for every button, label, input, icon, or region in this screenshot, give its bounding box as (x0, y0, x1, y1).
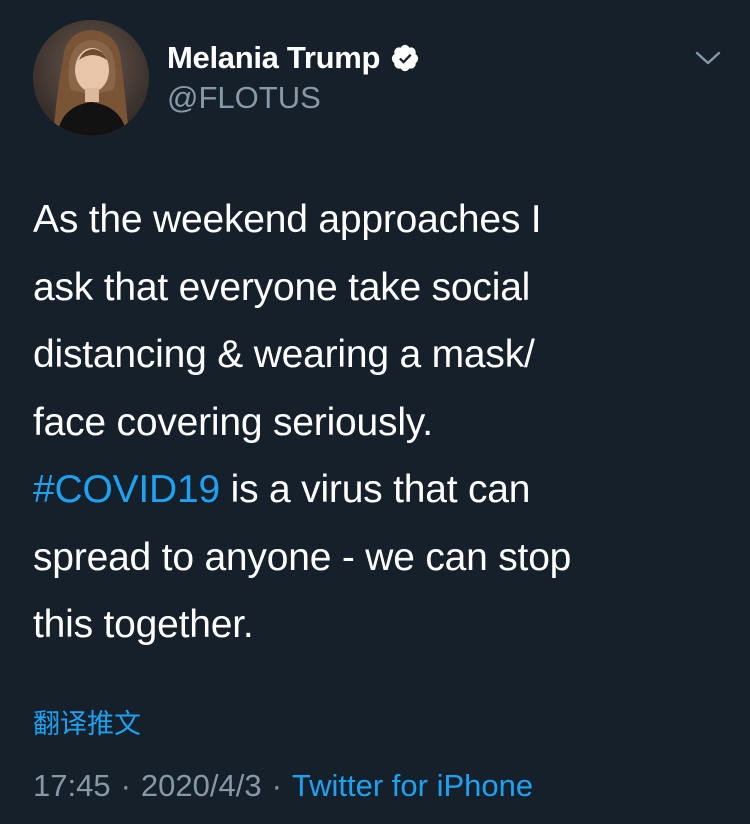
profile-photo (33, 20, 149, 136)
author-row[interactable]: Melania Trump (167, 36, 420, 80)
tweet-source-link[interactable]: Twitter for iPhone (292, 768, 533, 803)
display-name[interactable]: Melania Trump (167, 40, 380, 76)
tweet-text: As the weekend approaches I ask that eve… (33, 186, 723, 659)
avatar[interactable] (33, 20, 149, 136)
tweet-text-line: this together. (33, 603, 254, 646)
author-handle[interactable]: @FLOTUS (167, 80, 321, 116)
tweet-text-fragment: is a virus that can (219, 468, 531, 511)
separator: · (120, 768, 131, 803)
tweet-text-line: ask that everyone take social (33, 265, 531, 309)
tweet-date: 2020/4/3 (140, 768, 262, 803)
tweet-text-line: spread to anyone - we can stop (33, 535, 572, 579)
hashtag-link[interactable]: #COVID19 (33, 468, 220, 511)
tweet-text-line: #COVID19 is a virus that can (33, 456, 723, 524)
tweet-time: 17:45 (33, 768, 111, 803)
verified-badge-icon (392, 44, 419, 72)
translate-tweet-link[interactable]: 翻译推文 (33, 702, 141, 741)
tweet-text-line: distancing & wearing a mask/ (33, 333, 535, 376)
tweet-meta: 17:45 · 2020/4/3 · Twitter for iPhone (33, 768, 533, 804)
separator: · (271, 768, 282, 803)
tweet-text-line: As the weekend approaches I (33, 198, 542, 241)
tweet-text-line: face covering seriously. (33, 400, 433, 444)
chevron-down-icon[interactable] (694, 46, 722, 70)
